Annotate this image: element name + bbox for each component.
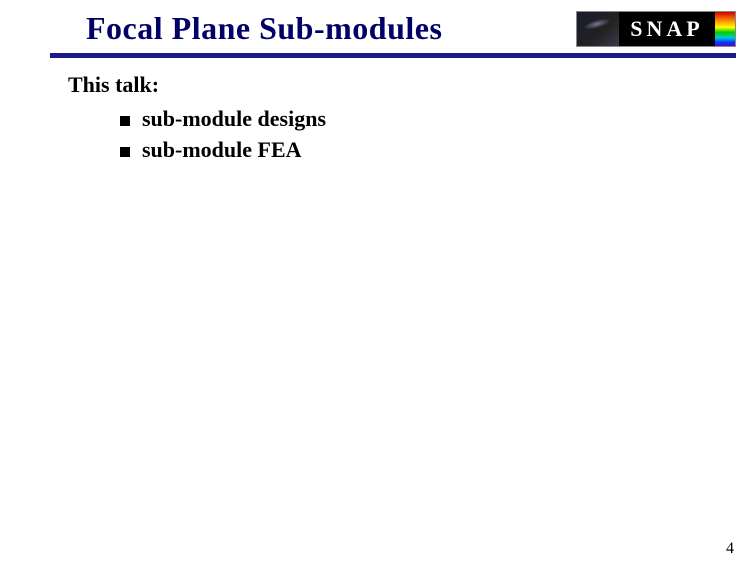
slide-title: Focal Plane Sub-modules	[86, 10, 442, 47]
list-item: sub-module designs	[120, 104, 756, 135]
slide-content: This talk: sub-module designs sub-module…	[0, 58, 756, 166]
list-item: sub-module FEA	[120, 135, 756, 166]
square-bullet-icon	[120, 116, 130, 126]
page-number: 4	[726, 540, 734, 558]
header-row: Focal Plane Sub-modules SNAP	[0, 0, 756, 47]
bullet-text: sub-module FEA	[142, 135, 302, 166]
logo-text-wrap: SNAP	[619, 12, 715, 46]
bullet-list: sub-module designs sub-module FEA	[68, 104, 756, 166]
square-bullet-icon	[120, 147, 130, 157]
logo-galaxy-icon	[577, 12, 619, 46]
snap-logo: SNAP	[576, 11, 736, 47]
bullet-text: sub-module designs	[142, 104, 326, 135]
intro-text: This talk:	[68, 72, 756, 98]
logo-spectrum-icon	[715, 12, 735, 46]
logo-text: SNAP	[630, 16, 703, 42]
